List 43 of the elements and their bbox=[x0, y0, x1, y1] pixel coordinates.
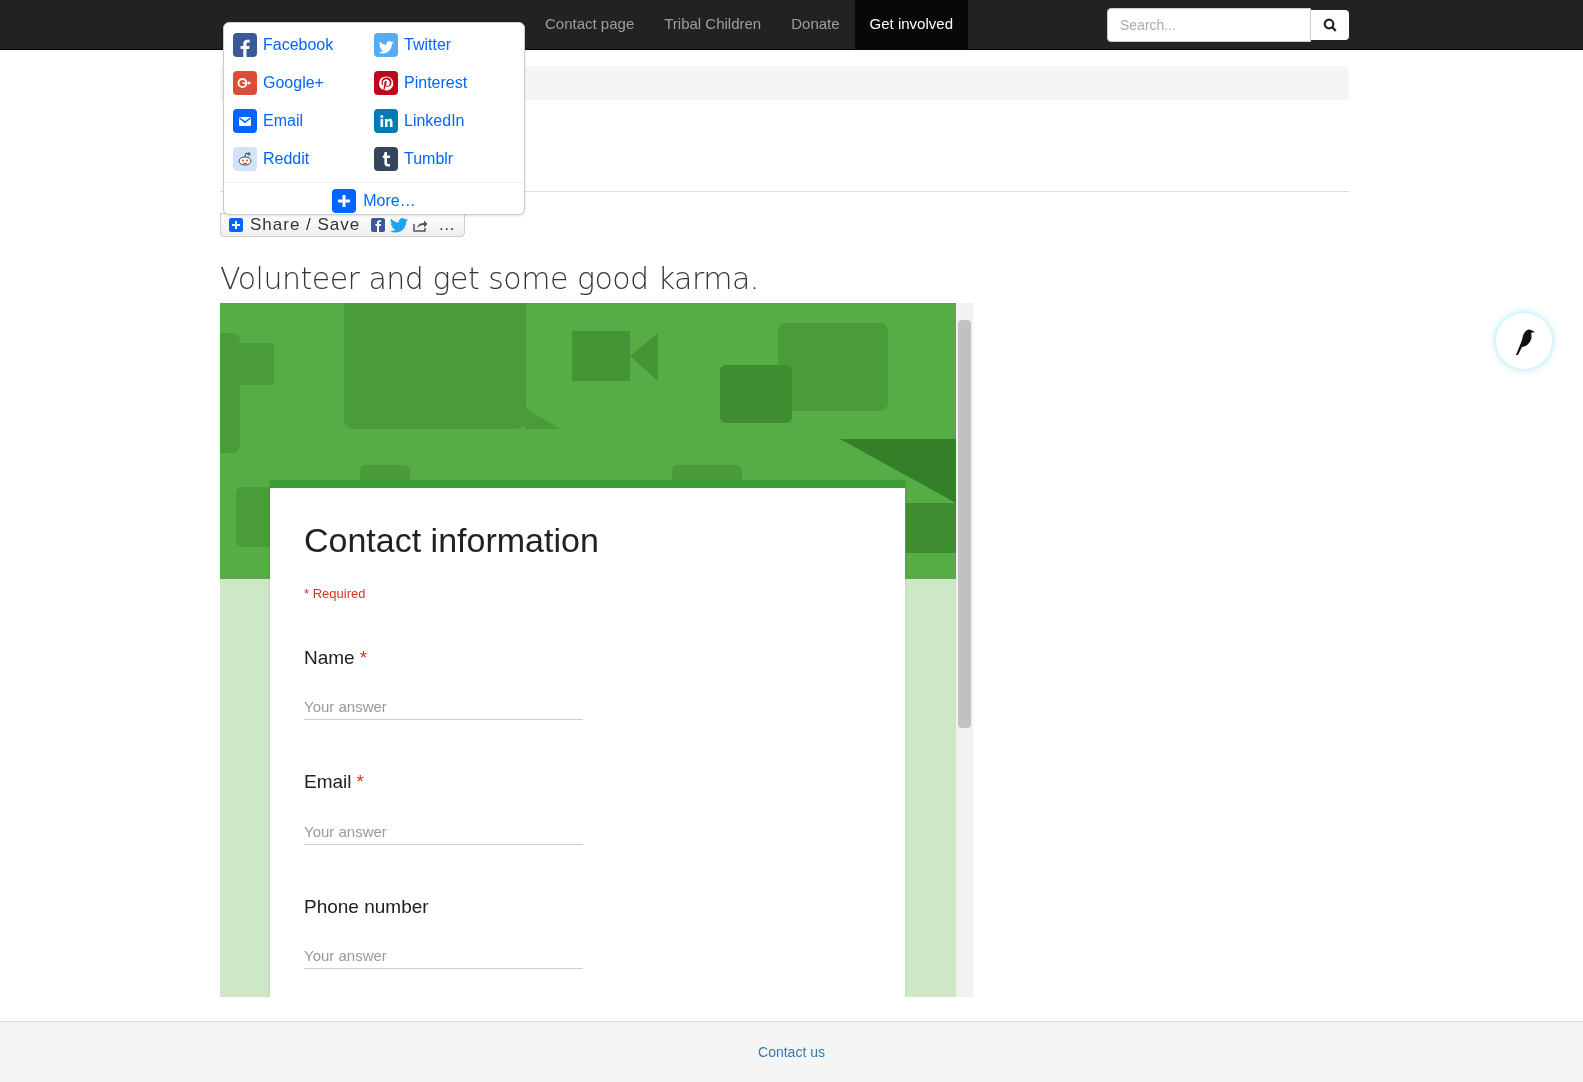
search-field[interactable]: Search... bbox=[1107, 7, 1311, 42]
search-icon bbox=[1323, 17, 1337, 32]
reddit-icon bbox=[233, 146, 257, 171]
search-button[interactable] bbox=[1311, 9, 1349, 40]
required-asterisk: * bbox=[356, 770, 364, 794]
scrollbar-thumb[interactable] bbox=[958, 320, 971, 728]
share-option[interactable]: Facebook bbox=[233, 30, 374, 59]
share-option[interactable]: Reddit bbox=[233, 144, 374, 173]
share-option[interactable]: Email bbox=[233, 106, 374, 135]
bird-button[interactable] bbox=[1496, 313, 1552, 369]
tumblr-icon bbox=[374, 146, 398, 171]
form-title: Contact information bbox=[304, 520, 600, 561]
share-option[interactable]: Twitter bbox=[374, 30, 515, 59]
linkedin-icon bbox=[374, 108, 398, 133]
nav-link[interactable]: Contact page bbox=[530, 0, 650, 49]
nav-link[interactable]: Get involved bbox=[854, 0, 968, 49]
share-option[interactable]: LinkedIn bbox=[374, 106, 515, 135]
question-label: Phone number bbox=[304, 894, 429, 919]
required-asterisk: * bbox=[359, 645, 368, 670]
contact-us-link[interactable]: Contact us bbox=[758, 1041, 825, 1063]
facebook-icon bbox=[233, 32, 257, 57]
plus-icon bbox=[229, 218, 243, 232]
more-link[interactable]: More… bbox=[332, 189, 416, 213]
share-option[interactable]: Google+ bbox=[233, 68, 374, 97]
share-arrow-icon bbox=[413, 218, 429, 232]
pinterest-icon bbox=[374, 70, 398, 95]
share-option[interactable]: Tumblr bbox=[374, 144, 515, 173]
twitter-icon bbox=[390, 217, 409, 233]
answer-field[interactable]: Your answer bbox=[304, 694, 583, 720]
google-icon bbox=[233, 70, 257, 95]
answer-field[interactable]: Your answer bbox=[304, 943, 583, 969]
question-label: Name bbox=[304, 645, 355, 670]
share-option[interactable]: Pinterest bbox=[374, 68, 515, 97]
question-label: Email bbox=[304, 770, 352, 794]
twitter-icon bbox=[374, 32, 398, 57]
nav-link[interactable]: Tribal Children bbox=[649, 0, 777, 49]
share-save-button[interactable]: Share / Save … bbox=[220, 213, 466, 237]
required-note: * Required bbox=[304, 585, 367, 603]
answer-field[interactable]: Your answer bbox=[304, 818, 583, 845]
email-icon bbox=[233, 108, 257, 133]
facebook-icon bbox=[371, 218, 386, 232]
nav-link[interactable]: Donate bbox=[776, 0, 855, 49]
page-heading: Volunteer and get some good karma. bbox=[220, 261, 760, 297]
